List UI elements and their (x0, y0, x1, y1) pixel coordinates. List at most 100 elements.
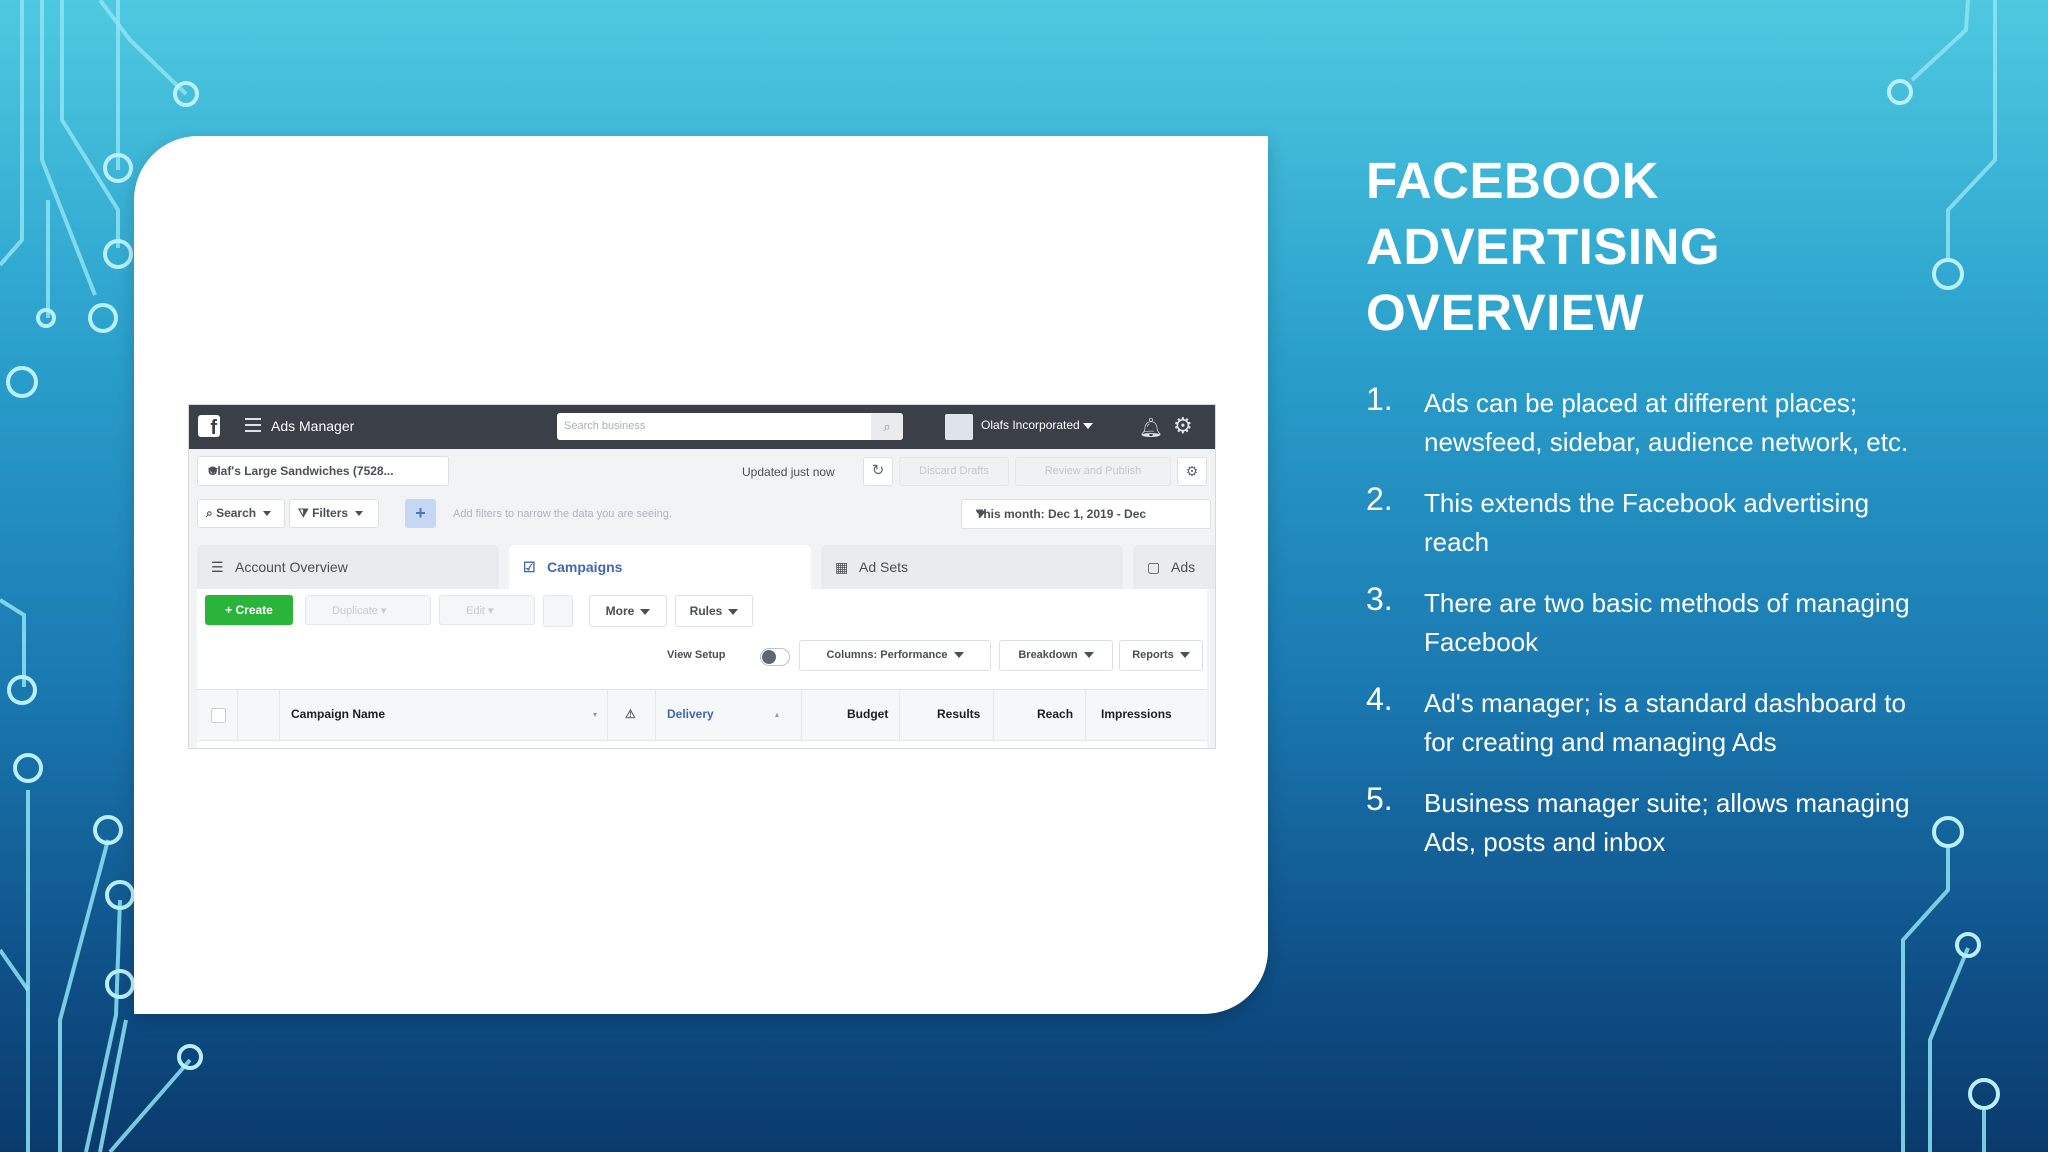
tab-campaigns[interactable]: ☑ Campaigns (509, 545, 811, 589)
campaigns-icon: ☑ (523, 559, 536, 575)
account-row: Olaf's Large Sandwiches (7528... Updated… (189, 449, 1215, 492)
title-line: ADVERTISING (1366, 218, 1721, 275)
date-range-label: This month: Dec 1, 2019 - Dec (976, 507, 1147, 521)
rules-button[interactable]: Rules (675, 595, 753, 627)
chevron-down-icon (355, 511, 364, 517)
filter-placeholder: Add filters to narrow the data you are s… (453, 508, 672, 520)
warning-icon: ⚠︎ (625, 707, 636, 721)
reports-label: Reports (1132, 649, 1174, 661)
search-label: Search (216, 506, 257, 520)
add-filter-button[interactable]: + (405, 499, 436, 528)
chevron-down-icon (953, 652, 964, 659)
level-tabs: ☰ Account Overview ☑ Campaigns ▦ Ad Sets… (189, 545, 1215, 589)
tab-ads[interactable]: ▢ Ads (1133, 545, 1215, 589)
chevron-down-icon (1083, 423, 1094, 429)
breakdown-dropdown[interactable]: Breakdown (999, 640, 1113, 671)
column-divider (993, 690, 994, 740)
column-divider (899, 690, 900, 740)
list-item: 2. This extends the Facebook advertising … (1366, 481, 1926, 562)
tab-label: Ad Sets (859, 559, 909, 575)
filter-row: ⌕ Search ⧩ Filters + Add filters to narr… (189, 493, 1215, 535)
account-overview-icon: ☰ (211, 559, 224, 575)
header-delivery[interactable]: Delivery (667, 707, 714, 721)
duplicate-label: Duplicate (332, 605, 378, 617)
column-divider (655, 690, 656, 740)
gear-icon[interactable]: ⚙ (1173, 413, 1193, 439)
sort-ascending-icon[interactable]: ▴ (775, 710, 779, 719)
account-name: Olaf's Large Sandwiches (7528... (208, 464, 394, 478)
list-text: There are two basic methods of managing … (1424, 588, 1910, 657)
campaigns-panel: + Create Duplicate ▾ Edit ▾ More Rules V… (197, 589, 1207, 748)
columns-label: Columns: Performance (826, 649, 948, 661)
list-text: This extends the Facebook advertising re… (1424, 488, 1870, 557)
header-results[interactable]: Results (937, 707, 980, 721)
column-divider (801, 690, 802, 740)
tab-label: Account Overview (235, 559, 348, 575)
more-button[interactable]: More (589, 595, 667, 627)
list-item: 1. Ads can be placed at different places;… (1366, 381, 1926, 462)
search-icon[interactable]: ⌕ (871, 413, 903, 440)
search-placeholder: Search business (564, 420, 646, 432)
column-divider (237, 690, 238, 740)
duplicate-button[interactable]: Duplicate ▾ (305, 595, 431, 625)
review-publish-button[interactable]: Review and Publish (1015, 457, 1171, 486)
discard-drafts-button[interactable]: Discard Drafts (899, 457, 1009, 486)
archive-button[interactable] (543, 595, 573, 627)
list-text: Ads can be placed at different places; n… (1424, 388, 1909, 457)
list-text: Ad's manager; is a standard dashboard to… (1424, 688, 1906, 757)
facebook-logo-icon[interactable]: f (198, 415, 220, 438)
title-line: FACEBOOK (1366, 152, 1660, 209)
list-number: 4. (1366, 681, 1393, 717)
list-text: Business manager suite; allows managing … (1424, 788, 1910, 857)
refresh-icon[interactable]: ↻ (863, 457, 893, 486)
list-number: 2. (1366, 481, 1393, 517)
header-impressions[interactable]: Impressions (1101, 707, 1172, 721)
business-search-input[interactable]: Search business ⌕ (557, 413, 903, 440)
header-campaign-name[interactable]: Campaign Name (291, 707, 385, 721)
sort-icon[interactable]: ▾ (593, 710, 597, 719)
filters-button[interactable]: ⧩ Filters (289, 499, 379, 528)
column-divider (607, 690, 608, 740)
rules-label: Rules (689, 604, 723, 618)
columns-dropdown[interactable]: Columns: Performance (799, 640, 991, 671)
filters-label: Filters (312, 506, 349, 520)
list-number: 1. (1366, 381, 1393, 417)
reports-dropdown[interactable]: Reports (1119, 640, 1203, 671)
search-button[interactable]: ⌕ Search (197, 499, 285, 528)
header-budget[interactable]: Budget (847, 707, 888, 721)
header-reach[interactable]: Reach (1037, 707, 1073, 721)
chevron-down-icon (208, 468, 218, 474)
view-setup-toggle[interactable] (760, 648, 790, 666)
business-avatar[interactable] (945, 414, 973, 440)
view-setup-label: View Setup (667, 649, 726, 661)
chevron-down-icon (263, 511, 272, 517)
create-label: Create (235, 603, 273, 617)
bell-icon[interactable]: 🔔︎ (1139, 416, 1163, 440)
account-selector[interactable]: Olaf's Large Sandwiches (7528... (197, 456, 449, 486)
chevron-down-icon (728, 608, 739, 615)
magnifier-icon: ⌕ (206, 506, 213, 520)
date-range-selector[interactable]: This month: Dec 1, 2019 - Dec (961, 499, 1211, 529)
edit-button[interactable]: Edit ▾ (439, 595, 535, 625)
tab-ad-sets[interactable]: ▦ Ad Sets (821, 545, 1123, 589)
slide-title: FACEBOOK ADVERTISING OVERVIEW (1366, 148, 2006, 346)
chevron-down-icon (976, 511, 986, 517)
select-all-checkbox[interactable] (211, 708, 226, 723)
list-number: 5. (1366, 781, 1393, 817)
menu-icon[interactable] (245, 418, 261, 432)
list-item: 3. There are two basic methods of managin… (1366, 581, 1926, 662)
list-item: 4. Ad's manager; is a standard dashboard … (1366, 681, 1926, 762)
updated-status: Updated just now (742, 465, 835, 479)
breakdown-label: Breakdown (1018, 649, 1078, 661)
column-divider (279, 690, 280, 740)
chevron-down-icon (1083, 652, 1094, 659)
chevron-down-icon (1179, 652, 1190, 659)
settings-gear-icon[interactable]: ⚙ (1177, 457, 1207, 486)
tab-account-overview[interactable]: ☰ Account Overview (197, 545, 499, 589)
create-button[interactable]: + Create (205, 595, 293, 625)
list-number: 3. (1366, 581, 1393, 617)
business-selector[interactable]: Olafs Incorporated (981, 418, 1094, 432)
column-divider (1085, 690, 1086, 740)
more-label: More (605, 604, 635, 618)
tab-label: Ads (1171, 559, 1196, 575)
